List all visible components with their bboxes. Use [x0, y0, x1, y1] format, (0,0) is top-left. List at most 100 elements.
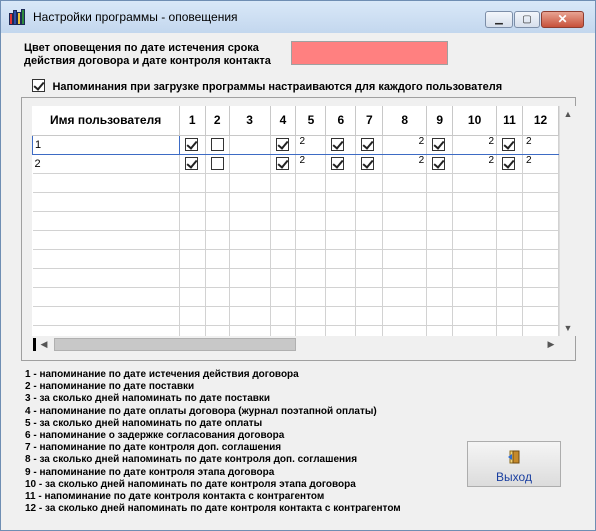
col-header-9[interactable]: 9 [426, 106, 454, 136]
empty-cell [229, 287, 271, 307]
cell-c3-days[interactable] [229, 134, 271, 155]
cell-c9-checkbox[interactable] [426, 154, 454, 174]
empty-cell [355, 192, 384, 212]
checkbox[interactable] [210, 157, 224, 170]
cell-username[interactable]: 2 [32, 154, 180, 174]
cell-c12-days[interactable]: 2 [522, 154, 559, 174]
cell-c10-days[interactable]: 2 [452, 134, 498, 155]
cell-c3-days[interactable] [229, 154, 271, 174]
col-header-10[interactable]: 10 [452, 106, 498, 136]
empty-cell [452, 211, 498, 231]
cell-username[interactable]: 1 [32, 134, 180, 155]
col-header-6[interactable]: 6 [325, 106, 357, 136]
scroll-right-icon[interactable]: ▶ [543, 336, 559, 353]
cell-c5-days[interactable]: 2 [295, 154, 327, 174]
table-row[interactable]: 1 2 2 2 2 [32, 134, 559, 155]
empty-cell [325, 249, 357, 269]
color-label-line2: действия договора и дате контроля контак… [24, 55, 271, 67]
col-header-3[interactable]: 3 [229, 106, 271, 136]
cell-c1-checkbox[interactable] [179, 154, 206, 174]
checkbox[interactable] [184, 157, 198, 170]
cell-c4-checkbox[interactable] [270, 134, 297, 155]
vertical-scrollbar[interactable]: ▲ ▼ [559, 106, 576, 336]
col-header-7[interactable]: 7 [355, 106, 384, 136]
checkbox[interactable] [331, 138, 345, 151]
maximize-button[interactable]: ▢ [514, 11, 540, 28]
table-row-empty [32, 287, 559, 307]
col-header-5[interactable]: 5 [295, 106, 327, 136]
checkbox[interactable] [361, 157, 375, 170]
cell-c1-checkbox[interactable] [179, 134, 206, 155]
empty-cell [355, 325, 384, 336]
horizontal-scrollbar[interactable]: ◀ ▶ [32, 336, 559, 353]
users-grid-frame: Имя пользователя 1 2 3 4 5 6 7 8 9 10 11 [21, 97, 576, 361]
empty-cell [522, 173, 559, 193]
legend-item: 4 - напоминание по дате оплаты договора … [25, 405, 377, 417]
cell-c6-checkbox[interactable] [325, 134, 357, 155]
color-label-line1: Цвет оповещения по дате истечения срока [24, 42, 259, 54]
cell-c8-days[interactable]: 2 [382, 154, 428, 174]
table-body: 1222222222 [32, 134, 559, 336]
cell-c11-checkbox[interactable] [496, 154, 523, 174]
cell-c10-days[interactable]: 2 [452, 154, 498, 174]
exit-button[interactable]: Выход [467, 441, 561, 487]
col-header-1[interactable]: 1 [179, 106, 206, 136]
scroll-up-icon[interactable]: ▲ [560, 106, 576, 122]
exit-door-icon [508, 450, 520, 464]
scroll-down-icon[interactable]: ▼ [560, 320, 576, 336]
col-header-11[interactable]: 11 [496, 106, 523, 136]
cell-c2-checkbox[interactable] [205, 134, 230, 155]
empty-cell [32, 325, 180, 336]
col-header-8[interactable]: 8 [382, 106, 428, 136]
cell-c11-checkbox[interactable] [496, 134, 523, 155]
notification-color-swatch[interactable] [291, 41, 448, 65]
empty-cell [426, 249, 454, 269]
empty-cell [270, 325, 297, 336]
users-grid[interactable]: Имя пользователя 1 2 3 4 5 6 7 8 9 10 11 [32, 106, 559, 336]
empty-cell [382, 211, 428, 231]
per-user-checkbox-row[interactable]: Напоминания при загрузке программы настр… [32, 77, 502, 95]
checkbox[interactable] [502, 157, 516, 170]
empty-cell [229, 268, 271, 288]
cell-c2-checkbox[interactable] [205, 154, 230, 174]
legend-item: 2 - напоминание по дате поставки [25, 381, 195, 393]
empty-cell [355, 249, 384, 269]
col-header-username[interactable]: Имя пользователя [32, 106, 180, 136]
title-bar[interactable]: Настройки программы - оповещения ▁ ▢ ✕ [1, 1, 595, 33]
table-row[interactable]: 2 2 2 2 2 [32, 154, 559, 174]
checkbox[interactable] [432, 138, 446, 151]
per-user-checkbox[interactable] [32, 79, 45, 93]
checkbox[interactable] [361, 138, 375, 151]
empty-cell [205, 249, 230, 269]
cell-c6-checkbox[interactable] [325, 154, 357, 174]
cell-c7-checkbox[interactable] [355, 134, 384, 155]
checkbox[interactable] [275, 138, 289, 151]
empty-cell [179, 192, 206, 212]
empty-cell [426, 287, 454, 307]
checkbox[interactable] [184, 138, 198, 151]
checkbox[interactable] [331, 157, 345, 170]
empty-cell [496, 211, 523, 231]
empty-cell [295, 249, 327, 269]
col-header-4[interactable]: 4 [270, 106, 297, 136]
empty-cell [452, 325, 498, 336]
client-area: Цвет оповещения по дате истечения срока … [9, 33, 587, 524]
cell-c5-days[interactable]: 2 [295, 134, 327, 155]
scroll-left-icon[interactable]: ◀ [36, 336, 52, 353]
checkbox[interactable] [275, 157, 289, 170]
cell-c12-days[interactable]: 2 [522, 134, 559, 155]
cell-c7-checkbox[interactable] [355, 154, 384, 174]
col-header-2[interactable]: 2 [205, 106, 230, 136]
checkbox[interactable] [432, 157, 446, 170]
empty-cell [426, 173, 454, 193]
minimize-button[interactable]: ▁ [485, 11, 513, 28]
horizontal-scroll-thumb[interactable] [54, 338, 296, 351]
empty-cell [522, 268, 559, 288]
close-button[interactable]: ✕ [541, 11, 584, 28]
checkbox[interactable] [502, 138, 516, 151]
checkbox[interactable] [210, 138, 224, 151]
cell-c9-checkbox[interactable] [426, 134, 454, 155]
cell-c4-checkbox[interactable] [270, 154, 297, 174]
col-header-12[interactable]: 12 [522, 106, 559, 136]
cell-c8-days[interactable]: 2 [382, 134, 428, 155]
